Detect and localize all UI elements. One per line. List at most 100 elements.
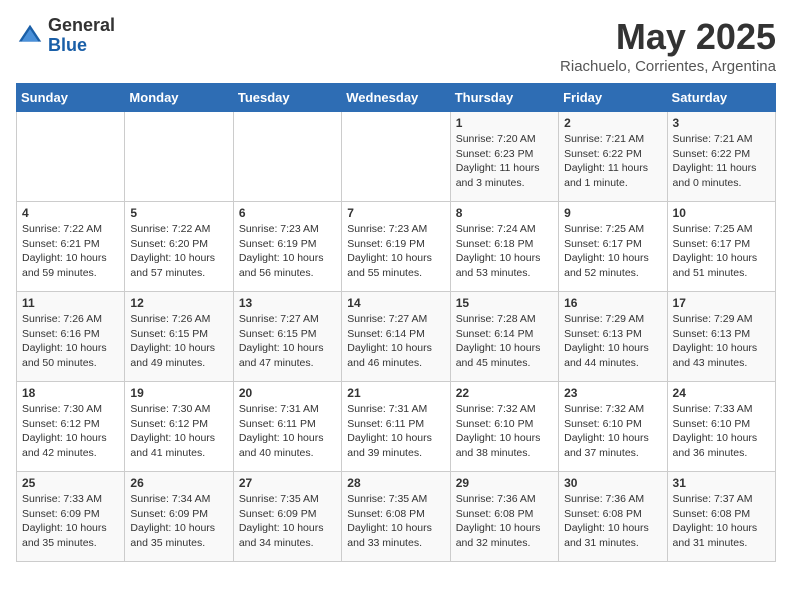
logo-icon: [16, 22, 44, 50]
calendar-week-row: 4 Sunrise: 7:22 AM Sunset: 6:21 PM Daylig…: [17, 202, 776, 292]
day-number: 12: [130, 296, 227, 310]
day-number: 22: [456, 386, 553, 400]
calendar-cell: 18 Sunrise: 7:30 AM Sunset: 6:12 PM Dayli…: [17, 382, 125, 472]
calendar-cell: 12 Sunrise: 7:26 AM Sunset: 6:15 PM Dayli…: [125, 292, 233, 382]
calendar-day-header: Monday: [125, 84, 233, 112]
calendar-cell: 21 Sunrise: 7:31 AM Sunset: 6:11 PM Dayli…: [342, 382, 450, 472]
calendar-cell: 10 Sunrise: 7:25 AM Sunset: 6:17 PM Dayli…: [667, 202, 775, 292]
day-number: 14: [347, 296, 444, 310]
day-number: 11: [22, 296, 119, 310]
calendar-cell: [342, 112, 450, 202]
calendar-cell: 9 Sunrise: 7:25 AM Sunset: 6:17 PM Daylig…: [559, 202, 667, 292]
day-info: Sunrise: 7:23 AM Sunset: 6:19 PM Dayligh…: [239, 222, 336, 281]
day-number: 30: [564, 476, 661, 490]
day-number: 19: [130, 386, 227, 400]
calendar-cell: 14Sunrise: 7:27 AM Sunset: 6:14 PM Dayli…: [342, 292, 450, 382]
logo-text: General Blue: [48, 16, 115, 56]
day-number: 29: [456, 476, 553, 490]
day-info: Sunrise: 7:32 AM Sunset: 6:10 PM Dayligh…: [456, 402, 553, 461]
day-info: Sunrise: 7:22 AM Sunset: 6:20 PM Dayligh…: [130, 222, 227, 281]
day-number: 5: [130, 206, 227, 220]
day-info: Sunrise: 7:22 AM Sunset: 6:21 PM Dayligh…: [22, 222, 119, 281]
day-number: 10: [673, 206, 770, 220]
calendar-cell: 28Sunrise: 7:35 AM Sunset: 6:08 PM Dayli…: [342, 472, 450, 562]
day-number: 21: [347, 386, 444, 400]
day-info: Sunrise: 7:36 AM Sunset: 6:08 PM Dayligh…: [456, 492, 553, 551]
calendar-week-row: 1 Sunrise: 7:20 AM Sunset: 6:23 PM Daylig…: [17, 112, 776, 202]
day-number: 1: [456, 116, 553, 130]
calendar-cell: 31Sunrise: 7:37 AM Sunset: 6:08 PM Dayli…: [667, 472, 775, 562]
calendar-cell: 16 Sunrise: 7:29 AM Sunset: 6:13 PM Dayli…: [559, 292, 667, 382]
day-info: Sunrise: 7:29 AM Sunset: 6:13 PM Dayligh…: [673, 312, 770, 371]
day-info: Sunrise: 7:29 AM Sunset: 6:13 PM Dayligh…: [564, 312, 661, 371]
calendar-cell: 25Sunrise: 7:33 AM Sunset: 6:09 PM Dayli…: [17, 472, 125, 562]
day-info: Sunrise: 7:30 AM Sunset: 6:12 PM Dayligh…: [22, 402, 119, 461]
day-number: 2: [564, 116, 661, 130]
calendar-cell: 23 Sunrise: 7:32 AM Sunset: 6:10 PM Dayli…: [559, 382, 667, 472]
calendar-day-header: Saturday: [667, 84, 775, 112]
day-number: 28: [347, 476, 444, 490]
calendar-cell: [17, 112, 125, 202]
calendar-cell: 30 Sunrise: 7:36 AM Sunset: 6:08 PM Dayli…: [559, 472, 667, 562]
calendar-cell: 20 Sunrise: 7:31 AM Sunset: 6:11 PM Dayli…: [233, 382, 341, 472]
logo: General Blue: [16, 16, 115, 56]
day-info: Sunrise: 7:20 AM Sunset: 6:23 PM Dayligh…: [456, 132, 553, 191]
day-info: Sunrise: 7:21 AM Sunset: 6:22 PM Dayligh…: [673, 132, 770, 191]
day-info: Sunrise: 7:25 AM Sunset: 6:17 PM Dayligh…: [564, 222, 661, 281]
day-number: 7: [347, 206, 444, 220]
calendar-day-header: Friday: [559, 84, 667, 112]
day-number: 13: [239, 296, 336, 310]
calendar-day-header: Wednesday: [342, 84, 450, 112]
calendar-cell: 29 Sunrise: 7:36 AM Sunset: 6:08 PM Dayli…: [450, 472, 558, 562]
day-info: Sunrise: 7:30 AM Sunset: 6:12 PM Dayligh…: [130, 402, 227, 461]
calendar-cell: [125, 112, 233, 202]
day-info: Sunrise: 7:36 AM Sunset: 6:08 PM Dayligh…: [564, 492, 661, 551]
calendar-cell: 13 Sunrise: 7:27 AM Sunset: 6:15 PM Dayli…: [233, 292, 341, 382]
calendar-cell: 1 Sunrise: 7:20 AM Sunset: 6:23 PM Daylig…: [450, 112, 558, 202]
calendar-cell: 6 Sunrise: 7:23 AM Sunset: 6:19 PM Daylig…: [233, 202, 341, 292]
calendar-cell: 4 Sunrise: 7:22 AM Sunset: 6:21 PM Daylig…: [17, 202, 125, 292]
calendar-cell: 5 Sunrise: 7:22 AM Sunset: 6:20 PM Daylig…: [125, 202, 233, 292]
day-number: 31: [673, 476, 770, 490]
calendar-cell: 17Sunrise: 7:29 AM Sunset: 6:13 PM Dayli…: [667, 292, 775, 382]
calendar-cell: 19 Sunrise: 7:30 AM Sunset: 6:12 PM Dayli…: [125, 382, 233, 472]
day-number: 4: [22, 206, 119, 220]
day-number: 9: [564, 206, 661, 220]
calendar-cell: 8 Sunrise: 7:24 AM Sunset: 6:18 PM Daylig…: [450, 202, 558, 292]
month-year-title: May 2025: [560, 16, 776, 58]
calendar-cell: 11 Sunrise: 7:26 AM Sunset: 6:16 PM Dayli…: [17, 292, 125, 382]
calendar-cell: 7 Sunrise: 7:23 AM Sunset: 6:19 PM Daylig…: [342, 202, 450, 292]
day-info: Sunrise: 7:32 AM Sunset: 6:10 PM Dayligh…: [564, 402, 661, 461]
calendar-header-row: SundayMondayTuesdayWednesdayThursdayFrid…: [17, 84, 776, 112]
day-number: 26: [130, 476, 227, 490]
day-info: Sunrise: 7:23 AM Sunset: 6:19 PM Dayligh…: [347, 222, 444, 281]
calendar-cell: [233, 112, 341, 202]
title-block: May 2025 Riachuelo, Corrientes, Argentin…: [560, 16, 776, 75]
day-info: Sunrise: 7:33 AM Sunset: 6:10 PM Dayligh…: [673, 402, 770, 461]
day-info: Sunrise: 7:26 AM Sunset: 6:16 PM Dayligh…: [22, 312, 119, 371]
day-info: Sunrise: 7:24 AM Sunset: 6:18 PM Dayligh…: [456, 222, 553, 281]
calendar-day-header: Thursday: [450, 84, 558, 112]
calendar-cell: 3Sunrise: 7:21 AM Sunset: 6:22 PM Daylig…: [667, 112, 775, 202]
day-number: 23: [564, 386, 661, 400]
day-number: 6: [239, 206, 336, 220]
day-info: Sunrise: 7:26 AM Sunset: 6:15 PM Dayligh…: [130, 312, 227, 371]
calendar-cell: 24Sunrise: 7:33 AM Sunset: 6:10 PM Dayli…: [667, 382, 775, 472]
day-number: 8: [456, 206, 553, 220]
day-number: 16: [564, 296, 661, 310]
calendar-cell: 27Sunrise: 7:35 AM Sunset: 6:09 PM Dayli…: [233, 472, 341, 562]
day-info: Sunrise: 7:31 AM Sunset: 6:11 PM Dayligh…: [347, 402, 444, 461]
day-info: Sunrise: 7:31 AM Sunset: 6:11 PM Dayligh…: [239, 402, 336, 461]
day-number: 20: [239, 386, 336, 400]
day-info: Sunrise: 7:27 AM Sunset: 6:15 PM Dayligh…: [239, 312, 336, 371]
day-info: Sunrise: 7:28 AM Sunset: 6:14 PM Dayligh…: [456, 312, 553, 371]
calendar-cell: 15 Sunrise: 7:28 AM Sunset: 6:14 PM Dayli…: [450, 292, 558, 382]
calendar-cell: 22 Sunrise: 7:32 AM Sunset: 6:10 PM Dayli…: [450, 382, 558, 472]
day-number: 25: [22, 476, 119, 490]
day-number: 15: [456, 296, 553, 310]
calendar-week-row: 18 Sunrise: 7:30 AM Sunset: 6:12 PM Dayli…: [17, 382, 776, 472]
day-info: Sunrise: 7:25 AM Sunset: 6:17 PM Dayligh…: [673, 222, 770, 281]
calendar-cell: 2Sunrise: 7:21 AM Sunset: 6:22 PM Daylig…: [559, 112, 667, 202]
day-number: 18: [22, 386, 119, 400]
location-subtitle: Riachuelo, Corrientes, Argentina: [560, 58, 776, 75]
